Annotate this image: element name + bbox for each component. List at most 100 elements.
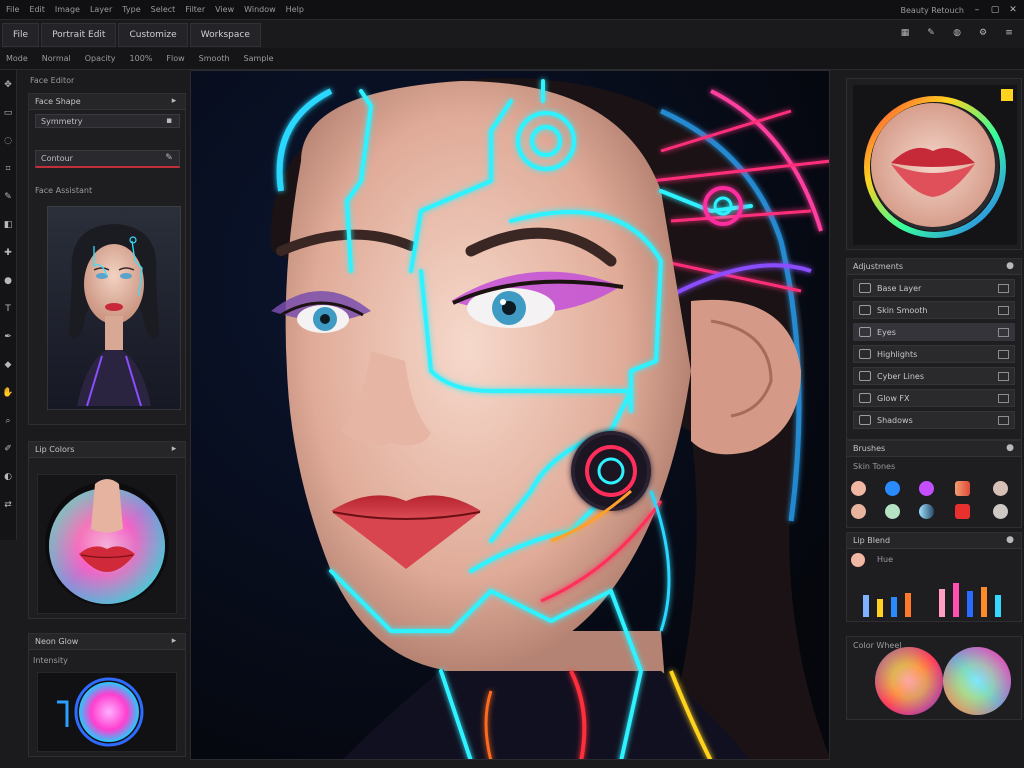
layer-label: Cyber Lines xyxy=(877,371,924,381)
lock-icon[interactable] xyxy=(998,371,1009,381)
color-wheels[interactable] xyxy=(865,641,1015,717)
eye-icon[interactable] xyxy=(859,349,871,359)
hue-histogram[interactable] xyxy=(857,573,1013,617)
color-tool-icon[interactable]: ◐ xyxy=(3,472,13,482)
minimize-icon[interactable]: – xyxy=(972,5,982,15)
menu-window[interactable]: Window xyxy=(244,5,276,14)
dot-icon[interactable]: ● xyxy=(1005,536,1015,546)
layer-row[interactable]: Eyes xyxy=(853,323,1015,341)
menu-type[interactable]: Type xyxy=(122,5,140,14)
lock-icon[interactable] xyxy=(998,305,1009,315)
tab-portrait-edit[interactable]: Portrait Edit xyxy=(41,23,117,47)
collapse-icon[interactable]: ▸ xyxy=(169,445,179,455)
collapse-icon[interactable]: ▸ xyxy=(169,637,179,647)
heal-tool-icon[interactable]: ✚ xyxy=(3,248,13,258)
zoom-tool-icon[interactable]: ⌕ xyxy=(3,416,13,426)
brush-tool-icon[interactable]: ✎ xyxy=(3,192,13,202)
eye-icon[interactable] xyxy=(859,393,871,403)
eyedropper-tool-icon[interactable]: ✐ xyxy=(3,444,13,454)
layer-row[interactable]: Shadows xyxy=(853,411,1015,429)
hue-bar xyxy=(981,587,987,617)
swatch[interactable] xyxy=(919,504,934,519)
option-opacity[interactable]: Opacity xyxy=(85,54,116,63)
menu-file[interactable]: File xyxy=(6,5,19,14)
swatch[interactable] xyxy=(955,481,970,496)
lock-icon[interactable] xyxy=(998,415,1009,425)
canvas[interactable] xyxy=(190,70,830,760)
dot-icon[interactable]: ● xyxy=(1005,444,1015,454)
option-normal[interactable]: Normal xyxy=(42,54,71,63)
grid-icon[interactable]: ▦ xyxy=(900,28,910,38)
neon-glow-header: Neon Glow ▸ xyxy=(29,634,185,650)
eraser-tool-icon[interactable]: ◧ xyxy=(3,220,13,230)
text-tool-icon[interactable]: T xyxy=(3,304,13,314)
portrait-artwork xyxy=(191,71,829,759)
maximize-icon[interactable]: ▢ xyxy=(990,5,1000,15)
option-sample[interactable]: Sample xyxy=(244,54,274,63)
lasso-tool-icon[interactable]: ◌ xyxy=(3,136,13,146)
lock-icon[interactable] xyxy=(998,327,1009,337)
swatch[interactable] xyxy=(955,504,970,519)
layer-row[interactable]: Base Layer xyxy=(853,279,1015,297)
lock-icon[interactable] xyxy=(998,283,1009,293)
tab-file[interactable]: File xyxy=(2,23,40,47)
crop-tool-icon[interactable]: ⌗ xyxy=(3,164,13,174)
layer-row[interactable]: Glow FX xyxy=(853,389,1015,407)
symmetry-field[interactable]: Symmetry ▪ xyxy=(35,114,180,128)
current-color-swatch[interactable] xyxy=(851,553,865,567)
menu-view[interactable]: View xyxy=(215,5,234,14)
menu-filter[interactable]: Filter xyxy=(185,5,205,14)
lip-color-wheel[interactable] xyxy=(37,474,177,614)
brush-icon[interactable]: ✎ xyxy=(926,28,936,38)
menu-image[interactable]: Image xyxy=(55,5,80,14)
toggle-icon[interactable]: ▪ xyxy=(164,116,174,126)
option-opacity-value[interactable]: 100% xyxy=(130,54,153,63)
tab-workspace[interactable]: Workspace xyxy=(189,23,261,47)
close-icon[interactable]: ✕ xyxy=(1008,5,1018,15)
eye-icon[interactable] xyxy=(859,305,871,315)
eye-icon[interactable] xyxy=(859,415,871,425)
lock-icon[interactable] xyxy=(998,349,1009,359)
blur-tool-icon[interactable]: ● xyxy=(3,276,13,286)
glow-preview[interactable] xyxy=(37,672,177,752)
swatch[interactable] xyxy=(993,481,1008,496)
menu-layer[interactable]: Layer xyxy=(90,5,112,14)
lip-preview[interactable] xyxy=(853,85,1017,245)
hand-tool-icon[interactable]: ✋ xyxy=(2,388,13,398)
menu-select[interactable]: Select xyxy=(151,5,176,14)
layer-row[interactable]: Skin Smooth xyxy=(853,301,1015,319)
layer-row[interactable]: Cyber Lines xyxy=(853,367,1015,385)
adjustments-header: Adjustments ● xyxy=(847,259,1021,275)
move-tool-icon[interactable]: ✥ xyxy=(3,80,13,90)
swap-tool-icon[interactable]: ⇄ xyxy=(3,500,13,510)
option-flow[interactable]: Flow xyxy=(166,54,184,63)
layer-label: Highlights xyxy=(877,349,918,359)
menu-icon[interactable]: ≡ xyxy=(1004,28,1014,38)
tab-customize[interactable]: Customize xyxy=(118,23,188,47)
menu-edit[interactable]: Edit xyxy=(29,5,45,14)
option-mode[interactable]: Mode xyxy=(6,54,28,63)
lock-icon[interactable] xyxy=(998,393,1009,403)
swatch[interactable] xyxy=(851,504,866,519)
pencil-icon[interactable]: ✎ xyxy=(164,154,174,164)
eye-icon[interactable] xyxy=(859,283,871,293)
swatch[interactable] xyxy=(885,504,900,519)
globe-icon[interactable]: ◍ xyxy=(952,28,962,38)
settings-icon[interactable]: ● xyxy=(1005,262,1015,272)
menu-help[interactable]: Help xyxy=(286,5,304,14)
marquee-tool-icon[interactable]: ▭ xyxy=(3,108,13,118)
swatch[interactable] xyxy=(851,481,866,496)
gear-icon[interactable]: ⚙ xyxy=(978,28,988,38)
option-smooth[interactable]: Smooth xyxy=(199,54,230,63)
collapse-icon[interactable]: ▸ xyxy=(169,97,179,107)
shape-tool-icon[interactable]: ◆ xyxy=(3,360,13,370)
pen-tool-icon[interactable]: ✒ xyxy=(3,332,13,342)
face-thumbnail[interactable] xyxy=(47,206,181,410)
layer-row[interactable]: Highlights xyxy=(853,345,1015,363)
swatch[interactable] xyxy=(993,504,1008,519)
eye-icon[interactable] xyxy=(859,371,871,381)
contour-field[interactable]: Contour ✎ xyxy=(35,150,180,168)
eye-icon[interactable] xyxy=(859,327,871,337)
swatch[interactable] xyxy=(919,481,934,496)
swatch[interactable] xyxy=(885,481,900,496)
